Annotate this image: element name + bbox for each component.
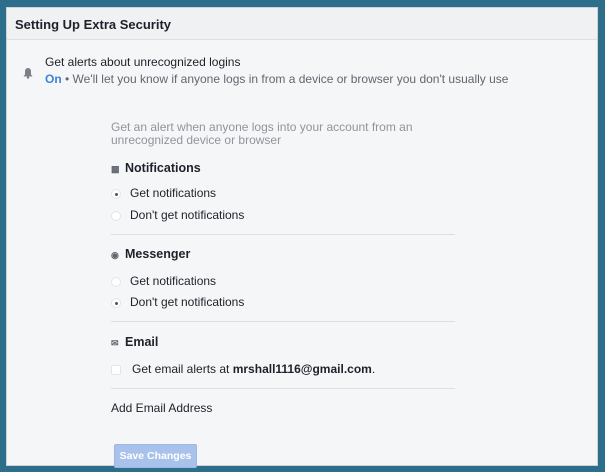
divider (111, 388, 455, 389)
option-label: Get notifications (130, 186, 217, 200)
save-changes-button[interactable]: Save Changes (114, 444, 197, 468)
messenger-dont-get-option[interactable]: Don't get notifications (111, 295, 244, 309)
add-email-link[interactable]: Add Email Address (111, 401, 212, 415)
email-alerts-option[interactable]: Get email alerts at mrshall1116@gmail.co… (111, 362, 375, 376)
notifications-heading: ▩ Notifications (111, 161, 201, 175)
divider (111, 234, 455, 235)
notifications-get-option[interactable]: Get notifications (111, 186, 216, 200)
alerts-status: On • We'll let you know if anyone logs i… (45, 72, 508, 86)
messenger-get-option[interactable]: Get notifications (111, 274, 216, 288)
divider (111, 321, 455, 322)
email-option-label: Get email alerts at (132, 362, 233, 376)
messenger-heading: ◉ Messenger (111, 247, 190, 261)
alerts-description: Get an alert when anyone logs into your … (111, 121, 471, 147)
radio-selected[interactable] (111, 188, 121, 199)
radio-selected[interactable] (111, 297, 121, 308)
notifications-icon: ▩ (111, 164, 120, 174)
description-line-2: unrecognized device or browser (111, 133, 282, 147)
page-title: Setting Up Extra Security (15, 17, 172, 32)
alerts-setting-row[interactable]: Get alerts about unrecognized logins On … (7, 40, 597, 86)
messenger-heading-label: Messenger (125, 247, 191, 261)
option-label: Don't get notifications (130, 295, 245, 309)
security-panel: Setting Up Extra Security Get alerts abo… (6, 7, 598, 468)
option-label: Don't get notifications (130, 208, 245, 222)
notifications-dont-get-option[interactable]: Don't get notifications (111, 208, 244, 222)
option-label: Get notifications (130, 274, 217, 288)
email-heading-label: Email (125, 335, 159, 349)
radio-unselected[interactable] (111, 210, 121, 221)
email-option-suffix: . (371, 362, 376, 376)
radio-unselected[interactable] (111, 276, 121, 287)
email-heading: ✉ Email (111, 335, 158, 349)
messenger-icon: ◉ (111, 250, 119, 260)
alerts-title: Get alerts about unrecognized logins (45, 55, 241, 69)
email-icon: ✉ (111, 338, 119, 348)
bell-icon (23, 66, 33, 84)
status-badge: On (45, 72, 62, 86)
notifications-heading-label: Notifications (125, 161, 201, 175)
alerts-status-text: • We'll let you know if anyone logs in f… (61, 72, 509, 86)
email-address: mrshall1116@gmail.com (232, 362, 372, 376)
email-checkbox[interactable] (111, 364, 121, 375)
panel-header: Setting Up Extra Security (7, 8, 597, 40)
